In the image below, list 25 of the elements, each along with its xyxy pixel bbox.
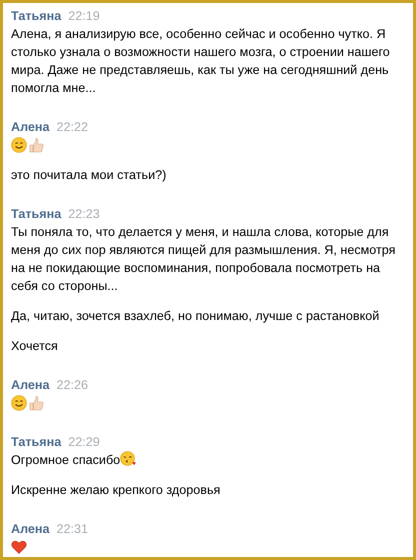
thumbs-up-icon: [28, 137, 44, 153]
message-text: Искренне желаю крепкого здоровья: [11, 483, 220, 497]
author-name: Алена: [11, 521, 50, 538]
message-time: 22:22: [56, 119, 88, 136]
message-text: Хочется: [11, 339, 58, 353]
author-name: Алена: [11, 119, 50, 136]
smiley-icon: [11, 137, 27, 153]
author-name: Алена: [11, 377, 50, 394]
message-time: 22:29: [68, 434, 100, 451]
heart-icon: [11, 539, 27, 555]
message-text: Огромное спасибо: [11, 453, 120, 467]
thumbs-up-icon: [28, 395, 44, 411]
message-time: 22:31: [56, 521, 88, 538]
author-name: Татьяна: [11, 434, 62, 451]
message-text: Ты поняла то, что делается у меня, и нашла слова, которые для меня до сих пор являются пищей для размышления. Я, несмотря на не покидающие воспоминания, попробовала посмотреть на себя со стороны...: [11, 225, 396, 293]
message-time: 22:23: [68, 206, 100, 223]
smiley-icon: [11, 395, 27, 411]
message-time: 22:26: [56, 377, 88, 394]
message-time: 22:19: [68, 8, 100, 25]
message-text: Алена, я анализирую все, особенно сейчас и особенно чутко. Я столько узнала о возможности нашего мозга, о строении нашего мира. Даже не представляешь, как ты уже на сегодняшний день помогла мне...: [11, 27, 390, 95]
message-text: Да, читаю, зочется взахлеб, но понимаю, лучше с растановкой: [11, 309, 380, 323]
message-text: это почитала мои статьи?): [11, 168, 166, 182]
author-name: Татьяна: [11, 206, 62, 223]
kissing-face-icon: [120, 451, 136, 467]
author-name: Татьяна: [11, 8, 62, 25]
